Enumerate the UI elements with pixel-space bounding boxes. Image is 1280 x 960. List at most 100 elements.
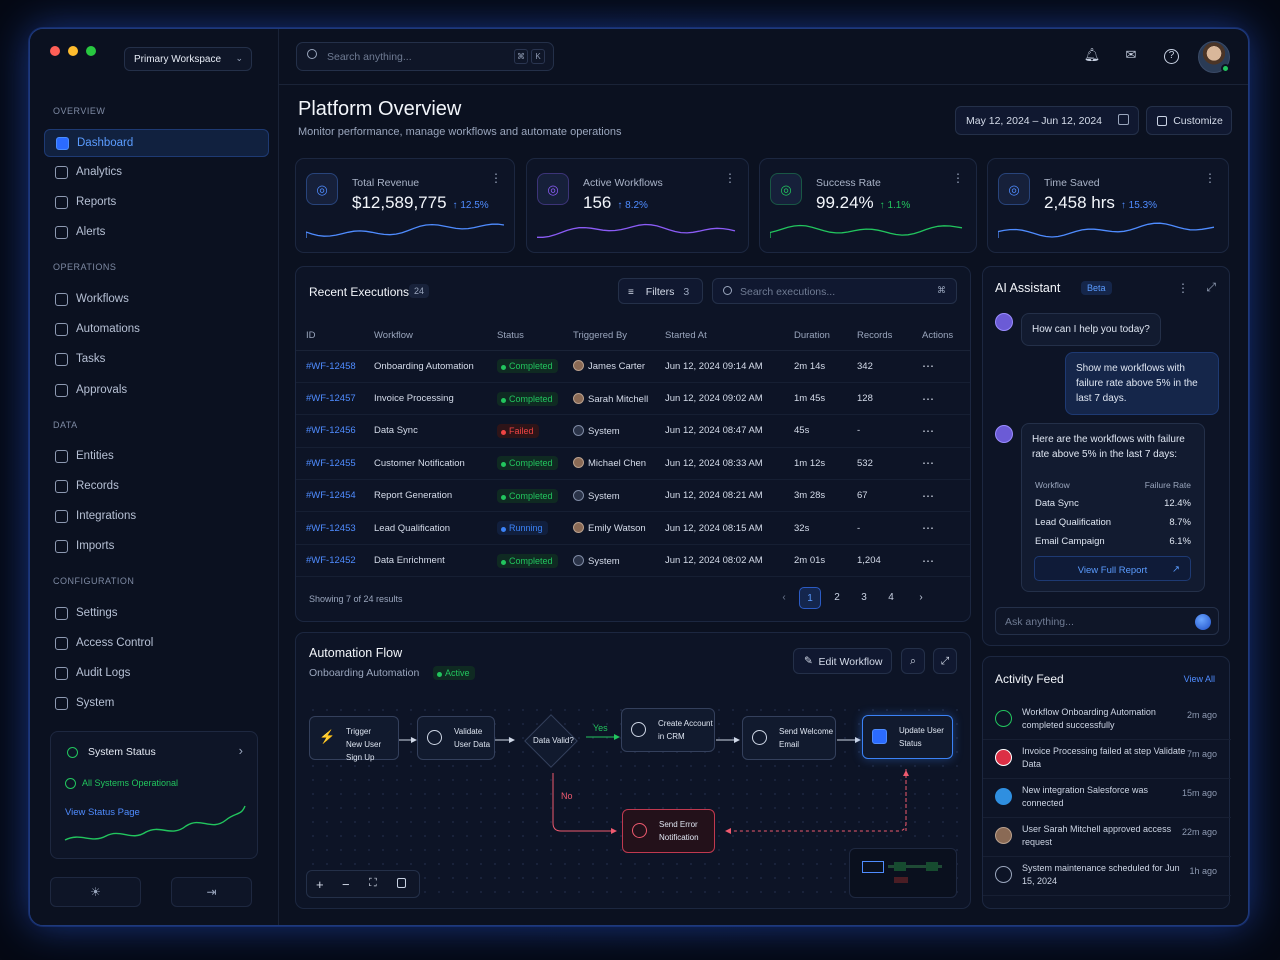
executions-search-input[interactable]: Search executions...	[740, 286, 835, 298]
row-actions-button[interactable]: ⋯	[912, 414, 970, 448]
flow-node-validate[interactable]: Validate User Data	[417, 716, 495, 760]
row-actions-button[interactable]: ⋯	[912, 382, 970, 416]
bell-icon[interactable]: 🔔︎	[1083, 47, 1101, 65]
cell-id[interactable]: #WF-12458	[296, 350, 364, 383]
view-all-link[interactable]: View All	[1184, 674, 1215, 684]
flow-node-send-welcome[interactable]: Send Welcome Email	[742, 716, 836, 760]
sidebar-item-alerts[interactable]: Alerts	[44, 219, 269, 247]
column-header-duration[interactable]: Duration	[784, 322, 847, 351]
logout-button[interactable]: ⇥	[171, 877, 252, 907]
table-row[interactable]: #WF-12453 Lead Qualification Running Emily …	[296, 511, 970, 545]
page-3-button[interactable]: 3	[853, 587, 875, 609]
kpi-card-time-saved[interactable]: ◎ Time Saved 2,458 hrs ↑ 15.3% ⋮	[987, 158, 1229, 253]
sidebar-item-approvals[interactable]: Approvals	[44, 377, 269, 405]
table-row[interactable]: #WF-12455 Customer Notification Completed M…	[296, 447, 970, 481]
page-1-button[interactable]: 1	[799, 587, 821, 609]
table-row[interactable]: #WF-12458 Onboarding Automation Completed J…	[296, 350, 970, 383]
column-header-status[interactable]: Status	[487, 322, 563, 351]
flow-node-update-user[interactable]: Update User Status	[862, 715, 953, 759]
flow-node-trigger[interactable]: ⚡ Trigger New User Sign Up	[309, 716, 399, 762]
minimap[interactable]	[849, 848, 957, 898]
activity-item[interactable]: New integration Salesforce was connected…	[983, 779, 1231, 818]
sidebar-item-settings[interactable]: Settings	[44, 600, 269, 628]
filters-button[interactable]: ≡ Filters 3	[618, 278, 703, 304]
more-icon[interactable]: ⋮	[1204, 171, 1216, 185]
flow-node-send-error[interactable]: Send Error Notification	[622, 809, 715, 853]
sidebar-item-system[interactable]: System	[44, 690, 269, 718]
page-2-button[interactable]: 2	[826, 587, 848, 609]
column-header-id[interactable]: ID	[296, 322, 364, 351]
minimize-window-button[interactable]	[68, 46, 78, 56]
close-window-button[interactable]	[50, 46, 60, 56]
cell-id[interactable]: #WF-12454	[296, 479, 364, 513]
activity-item[interactable]: User Sarah Mitchell approved access requ…	[983, 818, 1231, 857]
cell-id[interactable]: #WF-12453	[296, 511, 364, 545]
column-header-actions[interactable]: Actions	[912, 322, 970, 351]
sidebar-item-access-control[interactable]: Access Control	[44, 630, 269, 658]
flow-node-create-account[interactable]: Create Account in CRM	[621, 708, 715, 752]
activity-item[interactable]: Invoice Processing failed at step Valida…	[983, 740, 1231, 779]
column-header-workflow[interactable]: Workflow	[364, 322, 487, 351]
more-icon[interactable]: ⋮	[724, 171, 736, 185]
kpi-card-success-rate[interactable]: ◎ Success Rate 99.24% ↑ 1.1% ⋮	[759, 158, 977, 253]
theme-toggle-button[interactable]: ☀	[50, 877, 141, 907]
global-search[interactable]: Search anything... ⌘ K	[296, 42, 554, 71]
table-row[interactable]: #WF-12457 Invoice Processing Completed Sara…	[296, 382, 970, 416]
sidebar-item-tasks[interactable]: Tasks	[44, 346, 269, 374]
sidebar-item-records[interactable]: Records	[44, 473, 269, 501]
maximize-window-button[interactable]	[86, 46, 96, 56]
sidebar-item-entities[interactable]: Entities	[44, 443, 269, 471]
prev-page-button[interactable]: ‹	[773, 587, 795, 609]
user-avatar[interactable]	[1198, 41, 1230, 73]
lock-icon[interactable]	[397, 878, 406, 888]
chevron-right-icon[interactable]: ›	[239, 743, 243, 758]
zoom-in-icon[interactable]: +	[316, 877, 324, 892]
sidebar-item-automations[interactable]: Automations	[44, 316, 269, 344]
row-actions-button[interactable]: ⋯	[912, 544, 970, 578]
workspace-selector[interactable]: Primary Workspace ⌄	[124, 47, 252, 71]
column-header-triggered-by[interactable]: Triggered By	[563, 322, 655, 351]
global-search-input[interactable]: Search anything...	[327, 51, 412, 63]
sidebar-item-reports[interactable]: Reports	[44, 189, 269, 217]
view-full-report-button[interactable]: View Full Report ↗	[1034, 556, 1191, 581]
cell-id[interactable]: #WF-12456	[296, 414, 364, 448]
row-actions-button[interactable]: ⋯	[912, 479, 970, 513]
cell-id[interactable]: #WF-12455	[296, 447, 364, 481]
activity-item[interactable]: System maintenance scheduled for Jun 15,…	[983, 857, 1231, 896]
table-row[interactable]: #WF-12452 Data Enrichment Completed System J…	[296, 544, 970, 578]
assistant-input[interactable]: Ask anything...	[995, 607, 1219, 635]
sidebar-item-analytics[interactable]: Analytics	[44, 159, 269, 187]
table-row[interactable]: #WF-12456 Data Sync Failed System Jun 12, 20…	[296, 414, 970, 448]
expand-icon[interactable]: ⤢	[1206, 280, 1216, 295]
assistant-input-field[interactable]: Ask anything...	[1005, 616, 1074, 628]
fit-view-icon[interactable]: ⛶	[369, 877, 377, 890]
kpi-card-total-revenue[interactable]: ◎ Total Revenue $12,589,775 ↑ 12.5% ⋮	[295, 158, 515, 253]
table-row[interactable]: #WF-12454 Report Generation Completed Syste…	[296, 479, 970, 513]
sidebar-item-workflows[interactable]: Workflows	[44, 286, 269, 314]
cell-id[interactable]: #WF-12457	[296, 382, 364, 416]
next-page-button[interactable]: ›	[910, 587, 932, 609]
zoom-out-icon[interactable]: −	[342, 877, 350, 892]
more-icon[interactable]: ⋮	[1177, 281, 1189, 295]
cell-id[interactable]: #WF-12452	[296, 544, 364, 578]
executions-search[interactable]: Search executions... ⌘	[712, 278, 957, 304]
customize-button[interactable]: Customize	[1146, 106, 1232, 135]
row-actions-button[interactable]: ⋯	[912, 447, 970, 481]
page-4-button[interactable]: 4	[880, 587, 902, 609]
sidebar-item-audit-logs[interactable]: Audit Logs	[44, 660, 269, 688]
kpi-card-active-workflows[interactable]: ◎ Active Workflows 156 ↑ 8.2% ⋮	[526, 158, 749, 253]
row-actions-button[interactable]: ⋯	[912, 511, 970, 545]
mail-icon[interactable]: ✉	[1122, 47, 1140, 65]
help-icon[interactable]: ?	[1164, 49, 1179, 64]
more-icon[interactable]: ⋮	[952, 171, 964, 185]
send-icon[interactable]	[1195, 614, 1211, 630]
activity-item[interactable]: Workflow Onboarding Automation completed…	[983, 701, 1231, 740]
date-range-picker[interactable]: May 12, 2024 – Jun 12, 2024	[955, 106, 1139, 135]
sidebar-item-integrations[interactable]: Integrations	[44, 503, 269, 531]
system-status-card[interactable]: System Status › All Systems Operational …	[50, 731, 258, 859]
row-actions-button[interactable]: ⋯	[912, 350, 970, 383]
more-icon[interactable]: ⋮	[490, 171, 502, 185]
column-header-records[interactable]: Records	[847, 322, 912, 351]
sidebar-item-imports[interactable]: Imports	[44, 533, 269, 561]
column-header-started-at[interactable]: Started At	[655, 322, 784, 351]
